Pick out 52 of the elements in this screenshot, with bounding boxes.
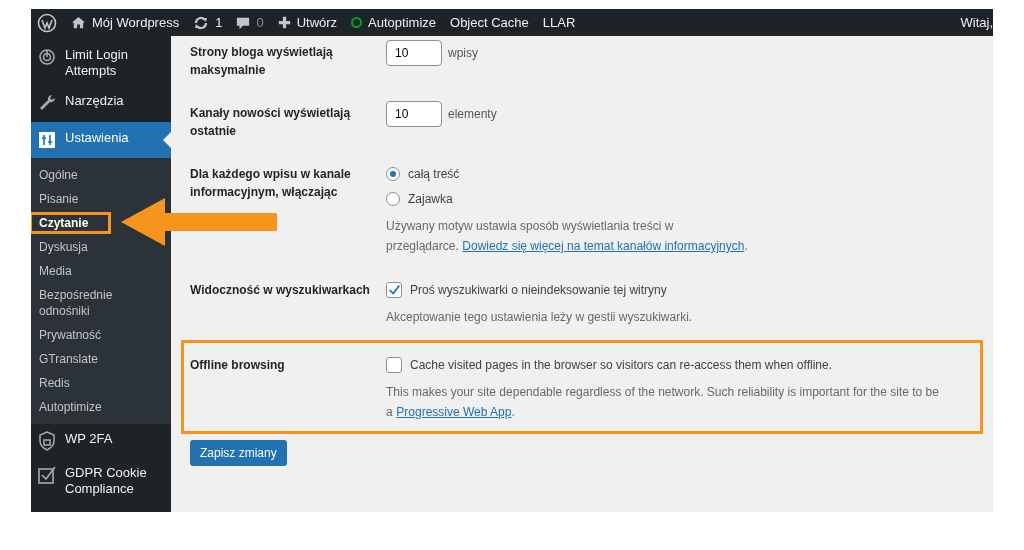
menu-item[interactable]: WP 2FA — [31, 424, 171, 458]
wordpress-logo-icon[interactable] — [37, 12, 57, 33]
submenu-item[interactable]: Autoptimize — [38, 399, 103, 415]
option-label: Proś wyszukiwarki o nieindeksowanie tej witryny — [410, 282, 667, 299]
submenu-item[interactable]: Bezpośrednie odnośniki — [38, 287, 140, 319]
greeting-link[interactable]: Witaj, — [960, 15, 993, 30]
option-label: Cache visited pages in the browser so visitors can re-access them when offline. — [410, 357, 832, 374]
site-link[interactable]: Mój Wordpress — [92, 15, 180, 30]
save-button[interactable]: Zapisz zmiany — [190, 440, 287, 466]
submenu-item[interactable]: Pisanie — [38, 191, 80, 207]
checkbox-icon — [37, 465, 57, 485]
submenu-item[interactable]: Redis — [38, 375, 71, 391]
number-field[interactable]: 10 — [386, 40, 442, 66]
shield-icon — [37, 431, 57, 451]
checkbox[interactable] — [386, 357, 402, 373]
description-text: Akceptowanie tego ustawienia leży w gestii wyszukiwarki. — [386, 309, 694, 326]
field-label: Dla każdego wpisu w kanale informacyjnym, włączając — [190, 166, 352, 201]
field-label: Widoczność w wyszukiwarkach — [190, 282, 371, 299]
sliders-icon — [37, 130, 57, 150]
radio-button[interactable] — [386, 192, 400, 206]
toolbar-link[interactable]: Autoptimize — [368, 15, 437, 30]
option-label: całą treść — [408, 166, 460, 183]
option-label: Zajawka — [408, 191, 453, 208]
radio-button[interactable] — [386, 167, 400, 181]
checkbox[interactable] — [386, 282, 402, 298]
unit-label: wpisy — [448, 46, 478, 60]
comments-count[interactable]: 0 — [256, 15, 264, 30]
description-text: This makes your site dependable regardless of the network. Such reliability is important for the site to be a Progressive Web App. — [386, 384, 940, 421]
unit-label: elementy — [448, 107, 497, 121]
field-label: Kanały nowości wyświetlają ostatnie — [190, 105, 352, 140]
menu-item[interactable]: Narzędzia — [31, 86, 171, 120]
submenu-item[interactable]: Media — [38, 263, 73, 279]
description-text: Używany motyw ustawia sposób wyświetlania treści w przeglądarce. Dowiedz się więcej na temat kanałów informacyjnych. — [386, 218, 749, 255]
plus-icon — [277, 16, 291, 29]
refresh-icon — [193, 14, 210, 31]
updates-count[interactable]: 1 — [215, 15, 223, 30]
home-icon — [71, 15, 86, 30]
submenu-item[interactable]: Prywatność — [38, 327, 103, 343]
toolbar-link[interactable]: Object Cache — [450, 15, 529, 30]
submenu-item[interactable]: Czytanie — [32, 215, 109, 231]
field-label: Offline browsing — [190, 357, 286, 374]
comment-icon — [236, 15, 251, 30]
submenu-item[interactable]: Dyskusja — [38, 239, 89, 255]
toolbar-link[interactable]: LLAR — [542, 15, 576, 30]
number-field[interactable]: 10 — [386, 101, 442, 127]
menu-item[interactable]: Limit Login Attempts — [31, 40, 171, 86]
menu-item[interactable]: GDPR Cookie Compliance — [31, 458, 171, 504]
submenu-item[interactable]: Ogólne — [38, 167, 79, 183]
menu-item[interactable]: Ustawienia — [31, 122, 171, 158]
submenu-item[interactable]: GTranslate — [38, 351, 99, 367]
new-link[interactable]: Utwórz — [296, 15, 338, 30]
field-label: Strony bloga wyświetlają maksymalnie — [190, 44, 334, 79]
